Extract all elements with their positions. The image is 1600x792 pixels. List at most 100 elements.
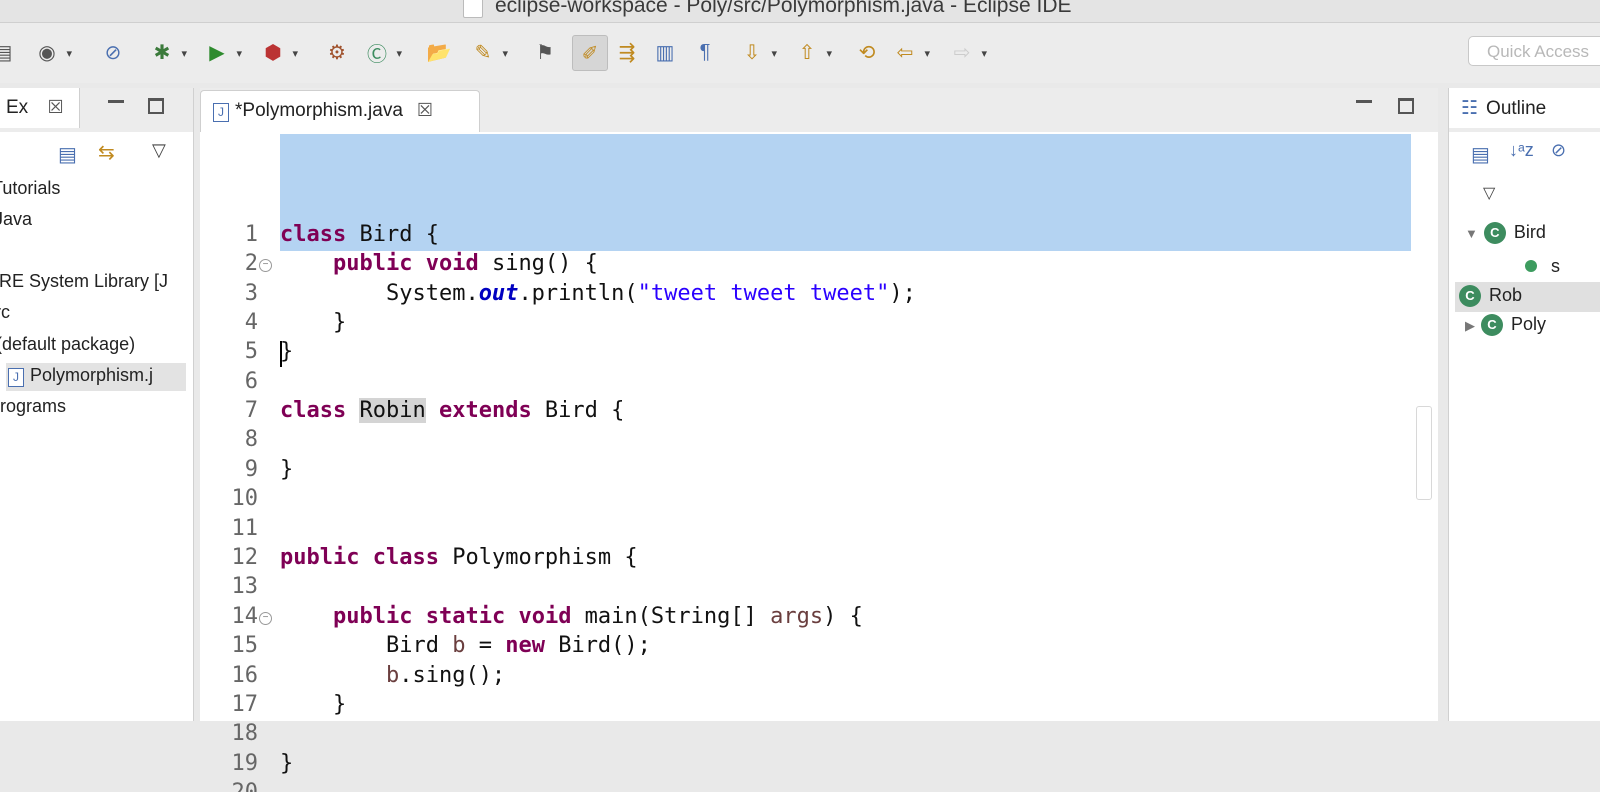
outline-item-label: Poly [1511,314,1547,334]
code-keyword: class [372,545,439,570]
tree-item-jre[interactable]: JRE System Library [J [0,271,168,292]
minimize-icon[interactable] [1356,100,1372,103]
code-text: ) { [823,604,863,629]
code-keyword: void [425,251,479,276]
open-type-icon[interactable]: 📂 [422,35,456,69]
editor-header: J *Polymorphism.java ☒ [200,88,1438,132]
collapse-all-icon[interactable]: ▤ [58,142,77,167]
tree-item-default-package[interactable]: (default package) [0,334,135,355]
next-annotation-icon[interactable]: ⇩ [735,35,777,69]
maximize-icon[interactable] [1398,98,1414,114]
line-number: 16 [231,663,259,688]
search-icon[interactable]: ✎ [466,35,508,69]
toggle-breadcrumb-icon[interactable]: ⚑ [528,35,562,69]
quick-access-input[interactable]: Quick Access [1468,36,1600,66]
code-line[interactable]: } [280,692,346,717]
expand-arrow-icon[interactable]: ▶ [1465,318,1475,333]
outline-item-label: Rob [1489,285,1523,305]
code-text: System. [385,281,479,306]
code-keyword: public [280,545,360,570]
code-occurrence: Robin [359,398,426,423]
save-icon[interactable]: ▤ [0,35,20,69]
code-field: out [478,281,519,306]
outline-item-polymorphism[interactable]: ▶ C Poly [1465,314,1547,337]
skip-breakpoints-icon[interactable]: ⊘ [96,35,130,69]
view-menu-icon[interactable]: ▽ [152,140,166,161]
outline-item-robin[interactable]: C Rob [1455,282,1600,312]
maximize-icon[interactable] [148,98,164,114]
code-variable: args [770,604,824,629]
sort-icon[interactable]: ↓ᵃz [1509,140,1534,161]
editor-tab[interactable]: J *Polymorphism.java ☒ [200,90,480,132]
code-keyword: public [332,604,413,629]
main-toolbar: ▤ ◉ ⊘ ✱ ▶ ⬢ ⚙ Ⓒ 📂 ✎ ⚑ ✐ ⇶ ▥ ¶ ⇩ ⇧ ⟲ ⇦ ⇨ … [0,23,1600,83]
tree-item-src[interactable]: src [0,302,10,323]
editor-panel: J *Polymorphism.java ☒ 1 2 − 3 4 5 6 7 8 9… [200,88,1438,792]
outline-item-bird[interactable]: ▼ C Bird [1465,222,1546,245]
code-line[interactable]: class Robin extends Bird { [280,398,624,423]
mark-occurrences-icon[interactable]: ✐ [572,35,608,71]
code-line[interactable]: } [280,457,293,482]
line-number: 18 [231,721,259,746]
line-number: 8 [244,427,258,452]
run-icon[interactable]: ▶ [200,35,242,69]
code-keyword: extends [438,398,532,423]
explorer-header: Ex ☒ [0,88,193,132]
block-selection-icon[interactable]: ▥ [648,35,682,69]
line-number: 17 [231,692,259,717]
word-wrap-icon[interactable]: ⇶ [610,35,644,69]
code-text: Bird { [346,222,439,247]
code-line[interactable]: public class Polymorphism { [280,545,638,570]
package-explorer-panel: Ex ☒ ▤ ⇆ ▽ Tutorials Java JRE System Lib… [0,88,194,721]
outline-icon: ☷ [1461,98,1479,119]
fold-icon[interactable]: − [259,259,272,272]
show-whitespace-icon[interactable]: ¶ [688,35,722,69]
new-class-icon[interactable]: Ⓒ [360,35,402,69]
link-with-editor-icon[interactable]: ⇆ [98,140,115,165]
last-edit-icon[interactable]: ⟲ [850,35,884,69]
debug-icon[interactable]: ✱ [145,35,187,69]
code-text: sing() { [478,251,598,276]
close-icon[interactable]: ☒ [417,100,433,120]
explorer-tab[interactable]: Ex ☒ [0,88,80,128]
line-number: 2 [244,251,258,276]
outline-tab[interactable]: ☷ Outline [1449,88,1600,128]
code-text: } [332,692,347,717]
code-line[interactable]: public void sing() { [280,251,598,276]
view-menu-icon[interactable]: ▽ [1483,183,1495,203]
code-line[interactable]: class Bird { [280,222,439,247]
code-line[interactable]: System.out.println("tweet tweet tweet"); [280,281,916,306]
class-icon: C [1483,222,1506,245]
code-text: .println( [518,281,638,306]
run-coverage-icon[interactable]: ⬢ [256,35,298,69]
fold-icon[interactable]: − [259,612,272,625]
code-line[interactable]: public static void main(String[] args) { [280,604,863,629]
hide-fields-icon[interactable]: ⊘ [1551,140,1566,161]
outline-item-sing[interactable]: s [1525,256,1560,277]
external-tools-icon[interactable]: ⚙ [320,35,354,69]
previous-annotation-icon[interactable]: ⇧ [790,35,832,69]
code-variable: b [452,633,466,658]
expand-arrow-icon[interactable]: ▼ [1465,226,1478,241]
code-text: Bird(); [544,633,651,658]
tree-item-java[interactable]: Java [0,209,32,230]
minimize-icon[interactable] [108,100,124,103]
back-icon[interactable]: ⇦ [888,35,930,69]
code-line[interactable]: b.sing(); [280,663,505,688]
code-line[interactable]: } [280,751,293,776]
close-icon[interactable]: ☒ [47,97,63,117]
tree-item-polymorphism[interactable]: J Polymorphism.j [6,363,186,391]
outline-panel: ☷ Outline ▤ ↓ᵃz ⊘ ▽ ▼ C Bird s C Rob ▶ C Poly [1448,88,1600,721]
code-text: } [332,310,347,335]
text-cursor [280,341,282,367]
collapse-all-icon[interactable]: ▤ [1471,142,1490,167]
tree-item-tutorials[interactable]: Tutorials [0,178,60,199]
tree-item-programs[interactable]: Programs [0,396,66,417]
code-keyword: void [518,604,572,629]
vertical-scrollbar[interactable] [1416,406,1432,500]
forward-icon[interactable]: ⇨ [945,35,987,69]
code-keyword: class [280,398,347,423]
code-line[interactable]: Bird b = new Bird(); [280,633,651,658]
code-line[interactable]: } [280,310,346,335]
profile-icon[interactable]: ◉ [30,35,72,69]
